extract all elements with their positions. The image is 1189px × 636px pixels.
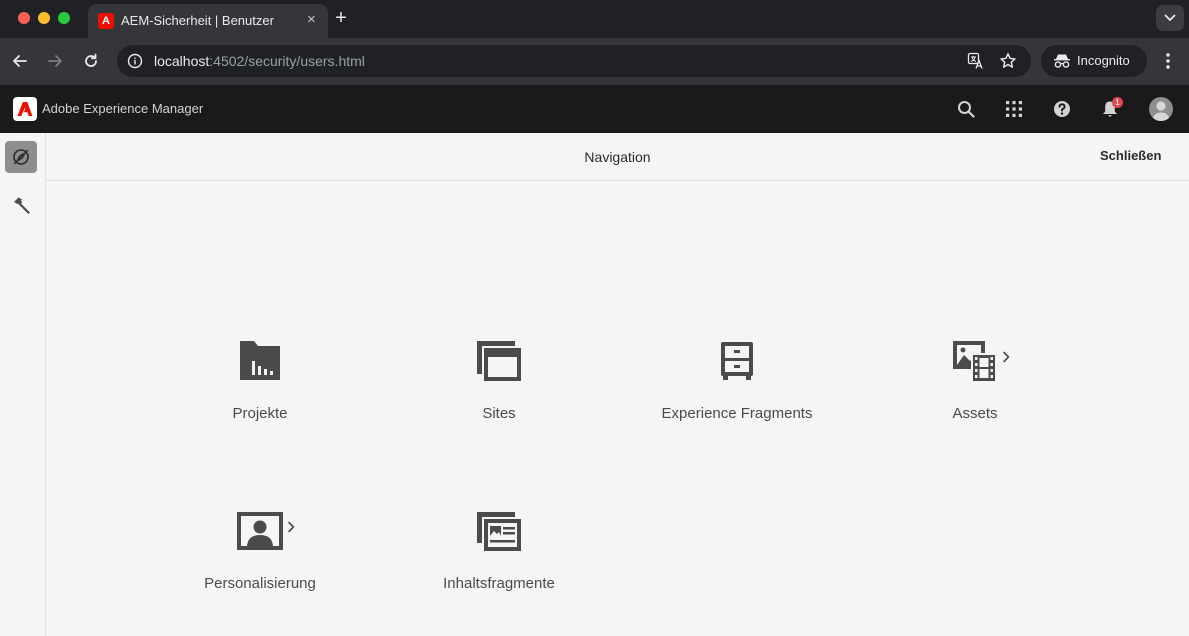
personalization-icon — [237, 512, 283, 550]
nav-tile-label: Assets — [952, 405, 998, 422]
chevron-right-icon — [1003, 351, 1010, 363]
content-fragments-icon — [477, 512, 521, 551]
hammer-icon — [14, 197, 30, 214]
user-avatar[interactable] — [1149, 97, 1173, 121]
nav-tile-experience-fragments[interactable]: Experience Fragments — [617, 337, 857, 447]
nav-tile-label: Sites — [482, 405, 516, 422]
browser-tab-strip: A AEM-Sicherheit | Benutzer × + — [0, 0, 1189, 38]
navigation-panel: Navigation Schließen Projekte Sites Expe… — [46, 133, 1189, 636]
close-icon[interactable]: × — [307, 12, 316, 28]
new-tab-button[interactable]: + — [332, 8, 350, 28]
window-zoom-button[interactable] — [58, 12, 70, 24]
nav-tile-personalization[interactable]: Personalisierung — [140, 507, 380, 617]
solutions-grid-icon[interactable] — [1004, 99, 1024, 119]
tab-search-button[interactable] — [1156, 5, 1184, 31]
incognito-icon — [1054, 54, 1070, 68]
chevron-right-icon — [288, 521, 295, 533]
browser-menu-icon[interactable] — [1161, 52, 1175, 70]
assets-icon — [953, 341, 997, 383]
app-title: Adobe Experience Manager — [42, 101, 204, 116]
site-info-icon[interactable] — [127, 53, 143, 69]
experience-fragments-icon — [721, 342, 753, 380]
reload-icon[interactable] — [81, 51, 101, 71]
rail-tools-button[interactable] — [5, 189, 37, 221]
projects-icon — [240, 341, 280, 380]
panel-title: Navigation — [584, 149, 651, 165]
notification-badge: 1 — [1112, 97, 1123, 108]
adobe-logo[interactable] — [13, 97, 37, 121]
panel-header: Navigation Schließen — [46, 133, 1189, 181]
forward-arrow-icon[interactable] — [45, 51, 65, 71]
chevron-down-icon — [1164, 14, 1176, 22]
user-avatar-icon — [1152, 101, 1170, 121]
nav-tile-label: Personalisierung — [204, 575, 316, 592]
translate-icon[interactable] — [967, 52, 985, 70]
window-close-button[interactable] — [18, 12, 30, 24]
adobe-icon: A — [98, 13, 114, 29]
bookmark-star-icon[interactable] — [999, 52, 1017, 70]
nav-tile-label: Inhaltsfragmente — [443, 575, 555, 592]
url-text: localhost:4502/security/users.html — [154, 53, 365, 69]
browser-toolbar: localhost:4502/security/users.html Incog… — [0, 38, 1189, 85]
window-minimize-button[interactable] — [38, 12, 50, 24]
help-icon[interactable] — [1052, 99, 1072, 119]
close-button[interactable]: Schließen — [1100, 148, 1161, 163]
adobe-icon — [17, 102, 33, 116]
nav-tile-label: Projekte — [232, 405, 288, 422]
nav-tile-label: Experience Fragments — [661, 405, 813, 422]
nav-tile-assets[interactable]: Assets — [855, 337, 1095, 447]
incognito-label: Incognito — [1077, 53, 1130, 68]
back-arrow-icon[interactable] — [10, 51, 30, 71]
tab-title: AEM-Sicherheit | Benutzer — [121, 13, 274, 28]
browser-tab-active[interactable]: A AEM-Sicherheit | Benutzer × — [88, 4, 328, 38]
url-path: :4502/security/users.html — [209, 53, 365, 69]
url-host: localhost — [154, 53, 210, 69]
nav-tile-sites[interactable]: Sites — [379, 337, 619, 447]
left-rail — [0, 133, 46, 636]
rail-navigation-button[interactable] — [5, 141, 37, 173]
nav-tile-content-fragments[interactable]: Inhaltsfragmente — [379, 507, 619, 617]
sites-icon — [477, 341, 521, 381]
search-icon[interactable] — [956, 99, 976, 119]
address-bar[interactable]: localhost:4502/security/users.html — [117, 45, 1031, 77]
compass-icon — [13, 149, 29, 165]
incognito-indicator[interactable]: Incognito — [1041, 45, 1147, 77]
nav-tile-projects[interactable]: Projekte — [140, 337, 380, 447]
aem-shell-header: Adobe Experience Manager 1 — [0, 85, 1189, 133]
